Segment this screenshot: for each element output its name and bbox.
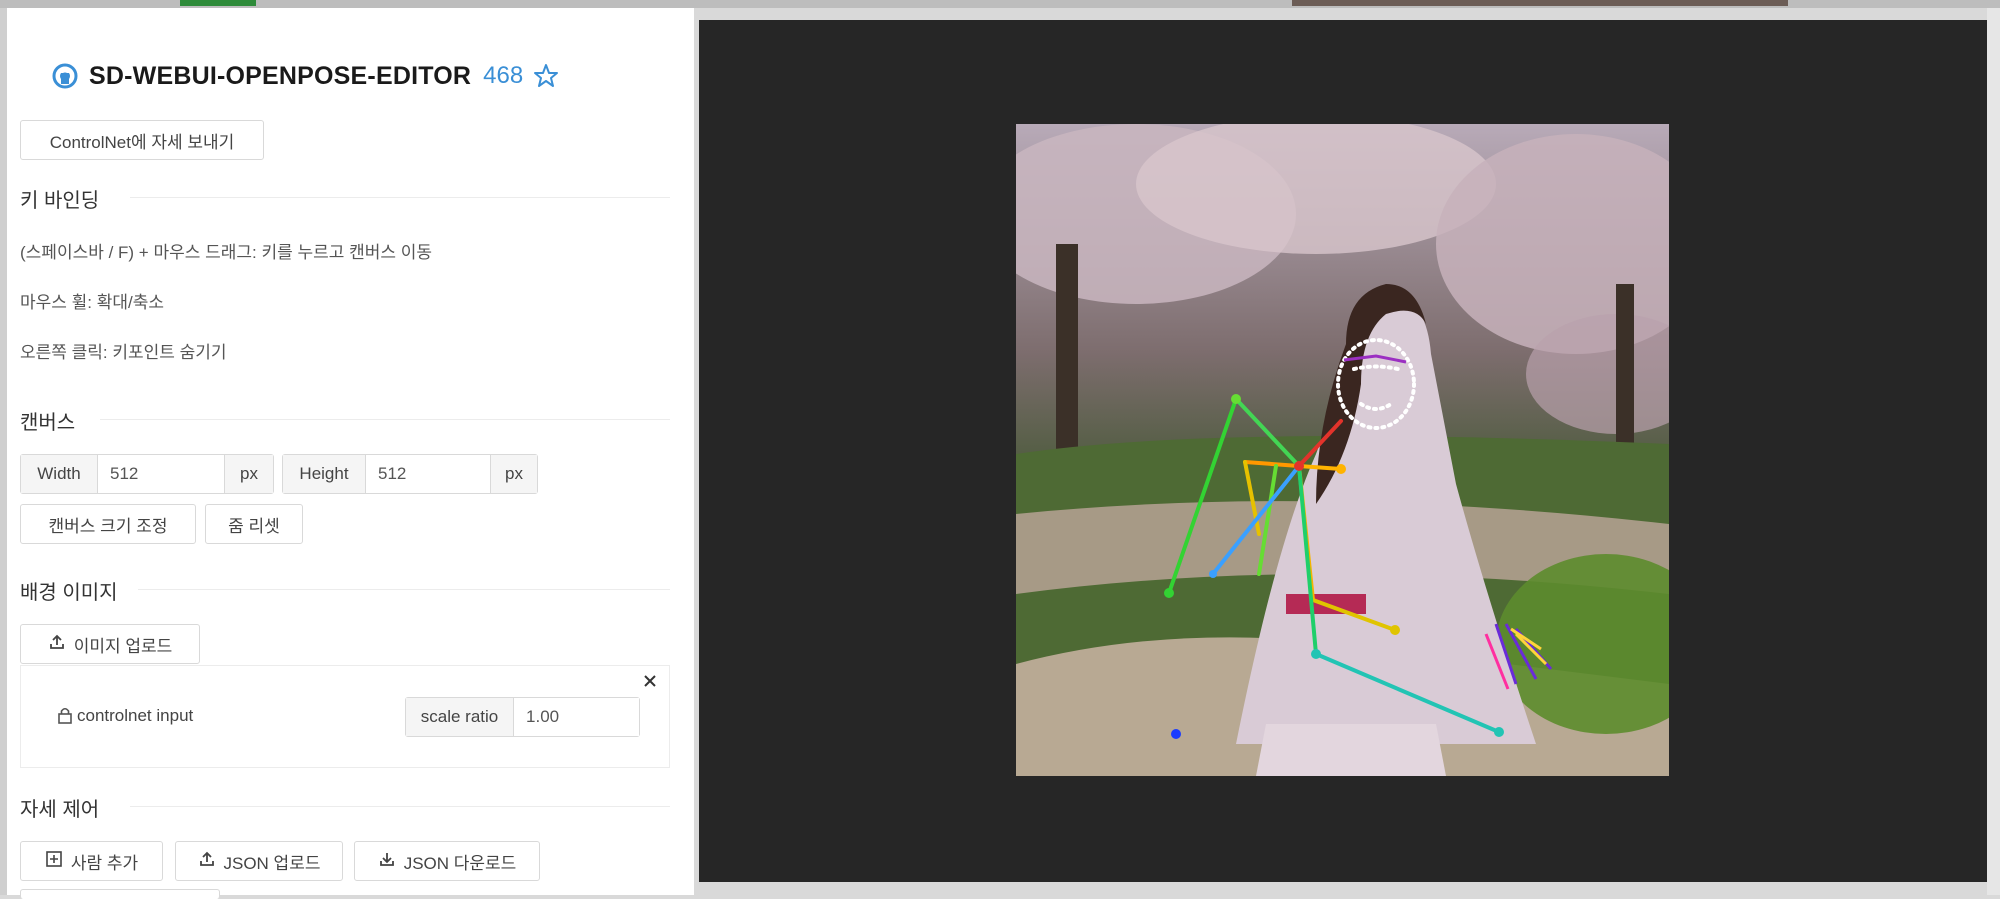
height-input-group: Height 512 px bbox=[282, 454, 538, 494]
left-edge bbox=[0, 8, 7, 895]
pose-control-divider bbox=[130, 806, 670, 807]
background-layer-card: controlnet input scale ratio 1.00 bbox=[20, 665, 670, 768]
window-top-strip bbox=[0, 0, 2000, 8]
pose-control-title: 자세 제어 bbox=[20, 799, 100, 821]
width-input[interactable]: 512 bbox=[97, 455, 225, 493]
json-download-button[interactable]: JSON 다운로드 bbox=[354, 841, 540, 881]
github-icon[interactable] bbox=[51, 62, 79, 90]
height-input[interactable]: 512 bbox=[365, 455, 491, 493]
resize-canvas-button[interactable]: 캔버스 크기 조정 bbox=[20, 504, 196, 544]
close-icon[interactable] bbox=[641, 672, 659, 695]
upload-image-button[interactable]: 이미지 업로드 bbox=[20, 624, 200, 664]
height-unit: px bbox=[491, 455, 537, 493]
scale-ratio-label: scale ratio bbox=[406, 698, 514, 736]
download-icon bbox=[378, 850, 396, 873]
page-title: SD-WEBUI-OPENPOSE-EDITOR bbox=[89, 61, 472, 90]
width-input-group: Width 512 px bbox=[20, 454, 274, 494]
keybinding-line: (스페이스바 / F) + 마우스 드래그: 키를 누르고 캔버스 이동 bbox=[20, 243, 433, 262]
background-title: 배경 이미지 bbox=[20, 582, 118, 604]
keybinding-line: 오른쪽 클릭: 키포인트 숨기기 bbox=[20, 343, 227, 362]
keybinding-divider bbox=[130, 197, 670, 198]
resize-canvas-label: 캔버스 크기 조정 bbox=[48, 516, 168, 536]
json-download-label: JSON 다운로드 bbox=[403, 853, 517, 873]
send-to-controlnet-button[interactable]: ControlNet에 자세 보내기 bbox=[20, 120, 264, 160]
json-upload-button[interactable]: JSON 업로드 bbox=[175, 841, 343, 881]
canvas-divider bbox=[100, 419, 670, 420]
scale-ratio-input[interactable]: 1.00 bbox=[513, 698, 639, 736]
json-upload-label: JSON 업로드 bbox=[223, 853, 321, 873]
star-count: 468 bbox=[483, 62, 524, 89]
add-person-label: 사람 추가 bbox=[70, 853, 139, 873]
upload-icon bbox=[198, 850, 216, 873]
upload-image-label: 이미지 업로드 bbox=[73, 636, 173, 656]
width-unit: px bbox=[225, 455, 273, 493]
background-image[interactable] bbox=[1016, 124, 1669, 776]
lock-icon[interactable] bbox=[57, 706, 73, 729]
zoom-reset-button[interactable]: 줌 리셋 bbox=[205, 504, 303, 544]
plus-square-icon bbox=[45, 850, 63, 873]
keybinding-title: 키 바인딩 bbox=[20, 190, 100, 212]
next-button-partial[interactable] bbox=[20, 889, 220, 899]
scale-ratio-group: scale ratio 1.00 bbox=[405, 697, 640, 737]
add-person-button[interactable]: 사람 추가 bbox=[20, 841, 163, 881]
send-to-controlnet-label: ControlNet에 자세 보내기 bbox=[49, 132, 235, 152]
star-outline-icon[interactable] bbox=[533, 63, 559, 89]
unit-badge bbox=[180, 0, 256, 6]
width-label: Width bbox=[21, 455, 97, 493]
upload-icon bbox=[48, 633, 66, 656]
background-divider bbox=[138, 589, 670, 590]
keybinding-line: 마우스 휠: 확대/축소 bbox=[20, 293, 165, 312]
layer-name: controlnet input bbox=[77, 706, 194, 725]
top-preview-strip bbox=[1292, 0, 1788, 6]
editor-header: SD-WEBUI-OPENPOSE-EDITOR 468 bbox=[51, 58, 559, 94]
height-label: Height bbox=[283, 455, 365, 493]
right-edge bbox=[1987, 8, 2000, 895]
zoom-reset-label: 줌 리셋 bbox=[228, 516, 280, 536]
canvas-title: 캔버스 bbox=[20, 412, 76, 434]
